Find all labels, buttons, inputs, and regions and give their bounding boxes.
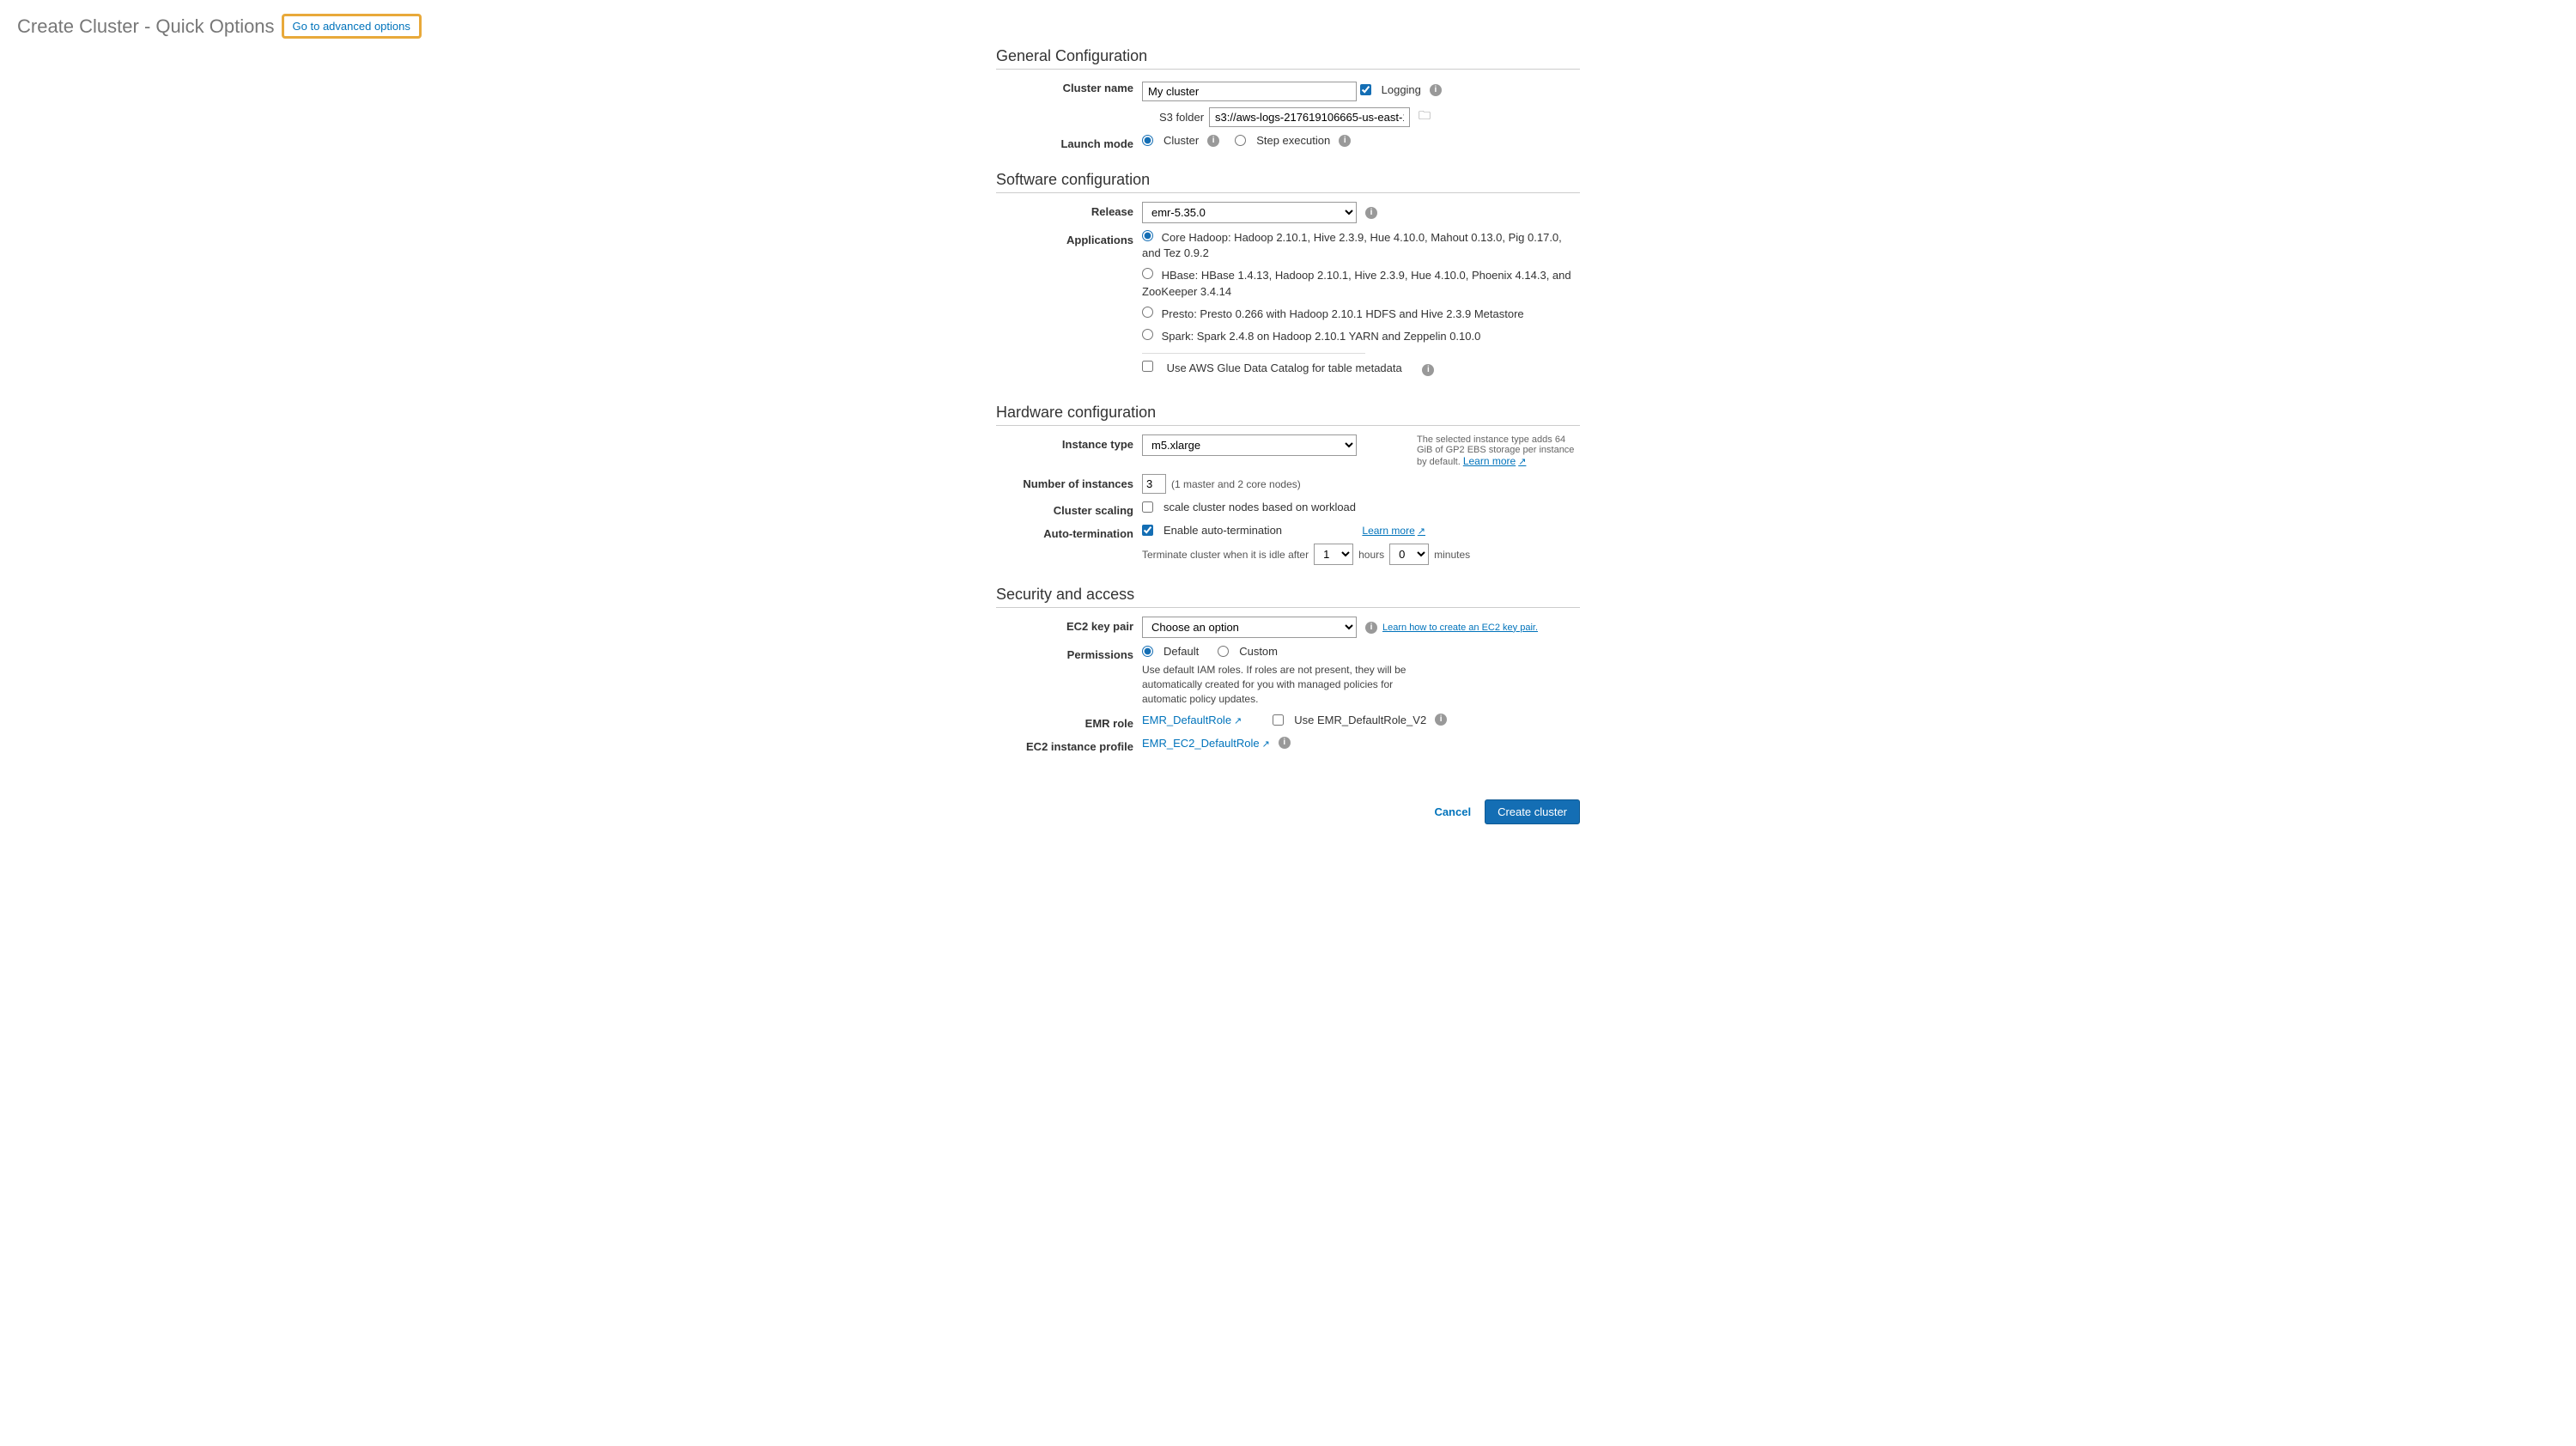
- info-icon[interactable]: i: [1365, 622, 1377, 634]
- create-cluster-button[interactable]: Create cluster: [1485, 799, 1580, 824]
- instance-type-hint: The selected instance type adds 64 GiB o…: [1408, 434, 1580, 467]
- footer-actions: Cancel Create cluster: [996, 774, 1580, 824]
- external-link-icon: ↗: [1262, 739, 1270, 750]
- info-icon[interactable]: i: [1430, 84, 1442, 96]
- num-instances-label: Number of instances: [996, 474, 1142, 490]
- applications-label: Applications: [996, 230, 1142, 246]
- s3-folder-label: S3 folder: [1159, 111, 1204, 124]
- permissions-custom-radio[interactable]: Custom: [1218, 645, 1278, 658]
- external-link-icon: ↗: [1234, 716, 1242, 726]
- app-hbase-radio[interactable]: HBase: HBase 1.4.13, Hadoop 2.10.1, Hive…: [1142, 268, 1580, 299]
- section-software: Software configuration Release emr-5.35.…: [996, 171, 1580, 383]
- permissions-desc: Use default IAM roles. If roles are not …: [1142, 663, 1425, 706]
- section-hardware: Hardware configuration Instance type m5.…: [996, 404, 1580, 565]
- info-icon[interactable]: i: [1422, 364, 1434, 376]
- software-heading: Software configuration: [996, 171, 1580, 193]
- emr-role-link[interactable]: EMR_DefaultRole↗: [1142, 714, 1242, 726]
- info-icon[interactable]: i: [1435, 714, 1447, 726]
- auto-termination-checkbox[interactable]: [1142, 525, 1153, 536]
- page-title: Create Cluster - Quick Options: [17, 15, 275, 38]
- info-icon[interactable]: i: [1339, 135, 1351, 147]
- cluster-scaling-checkbox[interactable]: [1142, 501, 1153, 513]
- release-select[interactable]: emr-5.35.0: [1142, 202, 1357, 223]
- logging-checkbox[interactable]: [1360, 84, 1371, 95]
- ec2-profile-link[interactable]: EMR_EC2_DefaultRole↗: [1142, 737, 1270, 750]
- launch-mode-cluster[interactable]: Cluster i: [1142, 134, 1219, 147]
- info-icon[interactable]: i: [1279, 737, 1291, 749]
- permissions-label: Permissions: [996, 645, 1142, 661]
- hardware-heading: Hardware configuration: [996, 404, 1580, 426]
- general-heading: General Configuration: [996, 47, 1580, 70]
- security-heading: Security and access: [996, 586, 1580, 608]
- release-label: Release: [996, 202, 1142, 218]
- num-instances-hint: (1 master and 2 core nodes): [1171, 478, 1301, 490]
- external-link-icon: ↗: [1518, 457, 1526, 467]
- cluster-name-input[interactable]: [1142, 82, 1357, 101]
- external-link-icon: ↗: [1418, 526, 1425, 537]
- permissions-default-radio[interactable]: Default: [1142, 645, 1199, 658]
- instance-type-select[interactable]: m5.xlarge: [1142, 434, 1357, 456]
- logging-label: Logging: [1382, 83, 1421, 96]
- auto-termination-label: Auto-termination: [996, 524, 1142, 540]
- app-presto-radio[interactable]: Presto: Presto 0.266 with Hadoop 2.10.1 …: [1142, 307, 1580, 322]
- cluster-scaling-label: Cluster scaling: [996, 501, 1142, 517]
- s3-folder-input[interactable]: [1209, 107, 1410, 127]
- section-general: General Configuration Cluster name Loggi…: [996, 47, 1580, 150]
- app-core-radio[interactable]: Core Hadoop: Hadoop 2.10.1, Hive 2.3.9, …: [1142, 230, 1580, 261]
- cancel-button[interactable]: Cancel: [1434, 799, 1471, 824]
- info-icon[interactable]: i: [1365, 207, 1377, 219]
- instance-type-label: Instance type: [996, 434, 1142, 451]
- launch-mode-step[interactable]: Step execution i: [1235, 134, 1351, 147]
- emr-role-label: EMR role: [996, 714, 1142, 730]
- glue-checkbox-row[interactable]: Use AWS Glue Data Catalog for table meta…: [1142, 361, 1580, 376]
- section-security: Security and access EC2 key pair Choose …: [996, 586, 1580, 752]
- ec2-profile-label: EC2 instance profile: [996, 737, 1142, 753]
- app-spark-radio[interactable]: Spark: Spark 2.4.8 on Hadoop 2.10.1 YARN…: [1142, 329, 1580, 344]
- idle-minutes-select[interactable]: 0: [1389, 544, 1429, 565]
- num-instances-input[interactable]: [1142, 474, 1166, 494]
- advanced-options-link[interactable]: Go to advanced options: [282, 14, 422, 39]
- info-icon[interactable]: i: [1207, 135, 1219, 147]
- ec2-key-label: EC2 key pair: [996, 617, 1142, 633]
- use-v2-checkbox[interactable]: [1273, 714, 1284, 726]
- idle-hours-select[interactable]: 1: [1314, 544, 1353, 565]
- cluster-name-label: Cluster name: [996, 78, 1142, 94]
- folder-browse-icon[interactable]: 🗀: [1419, 106, 1431, 127]
- ec2-key-select[interactable]: Choose an option: [1142, 617, 1357, 638]
- learn-more-link[interactable]: Learn more↗: [1463, 455, 1527, 467]
- glue-checkbox[interactable]: [1142, 361, 1153, 372]
- launch-mode-label: Launch mode: [996, 134, 1142, 150]
- learn-more-link[interactable]: Learn more↗: [1362, 525, 1425, 537]
- ec2-key-hint-link[interactable]: Learn how to create an EC2 key pair.: [1382, 623, 1538, 633]
